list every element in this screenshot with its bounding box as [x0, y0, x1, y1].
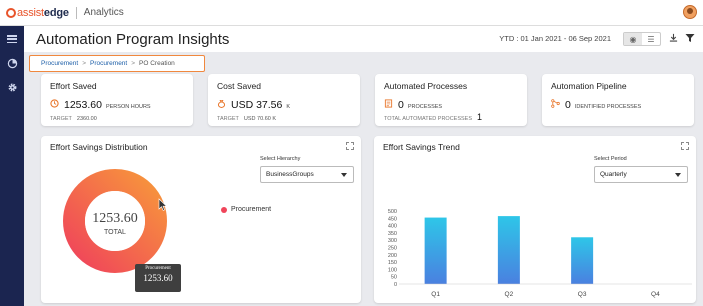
page-header: Automation Program Insights YTD : 01 Jan… — [24, 26, 703, 52]
document-list-icon — [384, 99, 394, 110]
filter-icon[interactable] — [685, 33, 695, 46]
kpi-target-value: 2360.00 — [76, 116, 97, 122]
kpi-target-value: USD 70.60 K — [243, 116, 277, 122]
y-tick-label: 350 — [388, 231, 397, 237]
y-tick-label: 450 — [388, 216, 397, 222]
select-hierarchy-label: Select Hierarchy — [260, 156, 301, 162]
panel-title: Effort Savings Distribution — [50, 142, 148, 152]
chart-tooltip: Procurement 1253.60 — [135, 264, 181, 292]
period-select-value: Quarterly — [600, 171, 627, 178]
x-tick-label: Q2 — [505, 291, 514, 298]
user-avatar[interactable] — [683, 5, 697, 19]
breadcrumb-current: PO Creation — [139, 60, 175, 67]
brand-mark-icon — [6, 7, 16, 18]
y-tick-label: 50 — [391, 275, 397, 281]
period-select[interactable]: Quarterly — [594, 166, 688, 183]
bar-q3[interactable] — [571, 237, 594, 284]
brand-divider — [75, 6, 77, 19]
breadcrumb-separator: > — [82, 60, 87, 67]
bar-chart: 050 100150200250 300350400 450500 Q1 Q2 Q3 Q4 — [388, 209, 692, 298]
brand-logo[interactable]: assist edge Analytics — [6, 6, 124, 19]
kpi-unit: PERSON HOURS — [105, 104, 151, 110]
x-tick-label: Q3 — [578, 291, 587, 298]
panel-title: Effort Savings Trend — [383, 142, 460, 152]
breadcrumb-item[interactable]: Procurement — [90, 60, 127, 67]
kpi-card-cost-saved: Cost Saved USD 37.56 K TARGET USD 70.60 … — [208, 74, 360, 126]
kpi-card-automation-pipeline: Automation Pipeline 0 IDENTIFIED PROCESS… — [542, 74, 694, 126]
mouse-cursor-icon — [158, 198, 168, 211]
side-nav — [0, 26, 24, 306]
kpi-total-value: 1 — [477, 112, 483, 122]
pipeline-icon — [551, 99, 561, 110]
legend-item-procurement[interactable]: Procurement — [221, 206, 271, 213]
page-title: Automation Program Insights — [36, 30, 230, 48]
panel-effort-savings-trend: Effort Savings Trend Select Period Quart… — [374, 136, 696, 303]
kpi-target-label: TARGET — [217, 116, 239, 122]
x-tick-label: Q4 — [651, 291, 660, 298]
brand-name-part2: edge — [43, 6, 69, 19]
kpi-value: 0 — [565, 99, 571, 111]
hierarchy-select[interactable]: BusinessGroups — [260, 166, 354, 183]
legend-label: Procurement — [231, 206, 272, 213]
bar-q1[interactable] — [424, 217, 447, 284]
y-tick-label: 0 — [394, 282, 397, 288]
dashboard-content: Procurement > Procurement > PO Creation … — [24, 52, 703, 306]
kpi-total-label: TOTAL AUTOMATED PROCESSES — [384, 116, 473, 122]
download-icon[interactable] — [669, 33, 678, 45]
y-tick-label: 250 — [388, 246, 397, 252]
top-bar: assist edge Analytics — [0, 0, 703, 26]
kpi-title: Effort Saved — [50, 81, 97, 91]
kpi-unit: IDENTIFIED PROCESSES — [574, 104, 642, 110]
kpi-title: Automated Processes — [384, 81, 468, 91]
kpi-value: USD 37.56 — [231, 99, 283, 111]
x-tick-label: Q1 — [431, 291, 440, 298]
list-view-icon[interactable]: ☰ — [642, 33, 660, 45]
settings-gear-icon[interactable] — [5, 80, 19, 94]
breadcrumb: Procurement > Procurement > PO Creation — [29, 55, 205, 72]
expand-icon[interactable] — [346, 142, 354, 150]
chevron-down-icon — [341, 173, 347, 177]
y-tick-label: 150 — [388, 260, 397, 266]
y-tick-label: 300 — [388, 238, 397, 244]
tooltip-value: 1253.60 — [143, 273, 173, 283]
y-tick-label: 500 — [388, 209, 397, 215]
clock-icon — [50, 99, 60, 110]
brand-name-part1: assist — [17, 6, 44, 19]
tooltip-label: Procurement — [145, 266, 171, 271]
hierarchy-select-value: BusinessGroups — [266, 171, 314, 178]
ytd-date-range: YTD : 01 Jan 2021 - 06 Sep 2021 — [499, 34, 611, 43]
kpi-unit: K — [286, 104, 291, 110]
breadcrumb-separator: > — [131, 60, 136, 67]
legend-dot — [221, 206, 227, 213]
y-tick-label: 100 — [388, 267, 397, 273]
kpi-unit: PROCESSES — [407, 104, 443, 110]
breadcrumb-item[interactable]: Procurement — [41, 60, 78, 67]
panel-effort-savings-distribution: Effort Savings Distribution Select Hiera… — [41, 136, 361, 303]
kpi-value: 0 — [398, 99, 404, 111]
donut-center-label: TOTAL — [104, 229, 126, 236]
bar-q2[interactable] — [497, 216, 520, 284]
money-bag-icon — [217, 99, 227, 110]
y-tick-label: 200 — [388, 253, 397, 259]
kpi-title: Automation Pipeline — [551, 81, 627, 91]
kpi-card-effort-saved: Effort Saved 1253.60 PERSON HOURS TARGET… — [41, 74, 193, 126]
donut-chart[interactable]: 1253.60 TOTAL — [63, 169, 167, 273]
kpi-title: Cost Saved — [217, 81, 261, 91]
y-tick-label: 400 — [388, 224, 397, 230]
kpi-value: 1253.60 — [64, 99, 102, 111]
view-toggle[interactable]: ◉ ☰ — [623, 32, 661, 46]
kpi-target-label: TARGET — [50, 116, 72, 122]
chart-view-icon[interactable]: ◉ — [624, 33, 642, 45]
hamburger-menu-icon[interactable] — [5, 32, 19, 46]
select-period-label: Select Period — [594, 156, 627, 162]
app-name: Analytics — [83, 7, 124, 18]
insights-icon[interactable] — [5, 56, 19, 70]
kpi-card-automated-processes: Automated Processes 0 PROCESSES TOTAL AU… — [375, 74, 527, 126]
donut-center-value: 1253.60 — [92, 211, 138, 226]
chevron-down-icon — [675, 173, 681, 177]
expand-icon[interactable] — [681, 142, 689, 150]
